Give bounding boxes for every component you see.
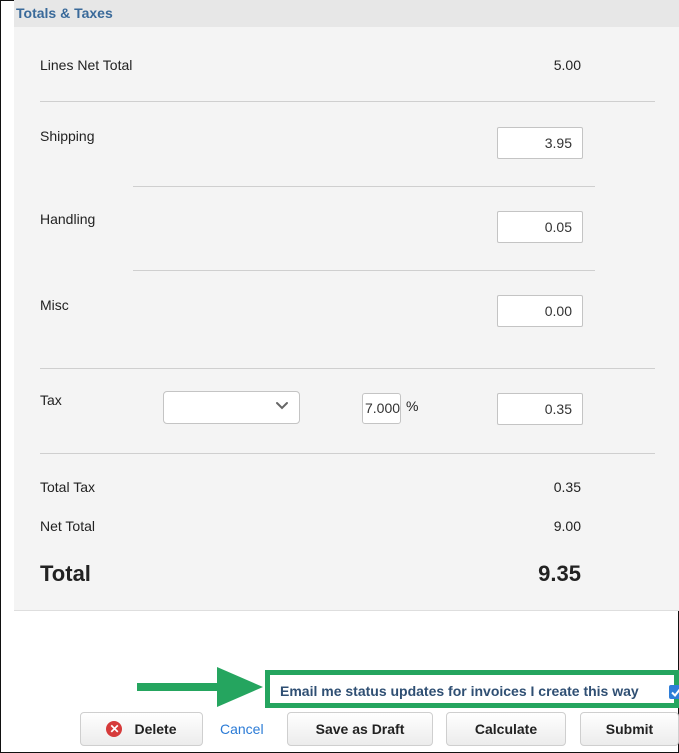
divider: [133, 270, 595, 271]
tax-code-select[interactable]: [163, 391, 300, 424]
tax-label: Tax: [40, 392, 62, 408]
tax-percent-input[interactable]: 7.000: [362, 393, 401, 424]
lines-net-total-label: Lines Net Total: [40, 57, 133, 73]
divider: [40, 101, 655, 102]
net-total-value: 9.00: [553, 518, 581, 534]
email-updates-checkbox[interactable]: [669, 685, 679, 699]
net-total-label: Net Total: [40, 518, 95, 534]
check-icon: [671, 688, 679, 698]
delete-button-label: Delete: [134, 721, 177, 737]
submit-button[interactable]: Submit: [580, 712, 679, 746]
chevron-down-icon: [276, 402, 288, 410]
divider: [40, 453, 655, 454]
arrow-right-icon: [137, 667, 263, 707]
email-updates-label: Email me status updates for invoices I c…: [280, 683, 639, 699]
save-draft-button[interactable]: Save as Draft: [287, 712, 433, 746]
delete-button[interactable]: ✕ Delete: [80, 712, 203, 746]
percent-sign: %: [406, 398, 419, 414]
shipping-input[interactable]: 3.95: [497, 127, 583, 159]
calculate-button[interactable]: Calculate: [446, 712, 566, 746]
misc-label: Misc: [40, 297, 69, 313]
total-tax-value: 0.35: [553, 479, 581, 495]
cancel-link[interactable]: Cancel: [220, 721, 264, 737]
divider: [40, 368, 655, 369]
grand-total-label: Total: [40, 561, 91, 586]
grand-total-value: 9.35: [538, 561, 581, 586]
section-title: Totals & Taxes: [14, 0, 679, 27]
x-circle-icon: ✕: [106, 721, 123, 737]
tax-amount-input[interactable]: 0.35: [497, 393, 583, 425]
lines-net-total-value: 5.00: [553, 57, 581, 73]
divider: [133, 186, 595, 187]
total-tax-label: Total Tax: [40, 479, 95, 495]
misc-input[interactable]: 0.00: [497, 295, 583, 327]
handling-label: Handling: [40, 211, 96, 227]
shipping-label: Shipping: [40, 128, 95, 144]
handling-input[interactable]: 0.05: [497, 211, 583, 243]
email-updates-option: Email me status updates for invoices I c…: [265, 670, 679, 708]
